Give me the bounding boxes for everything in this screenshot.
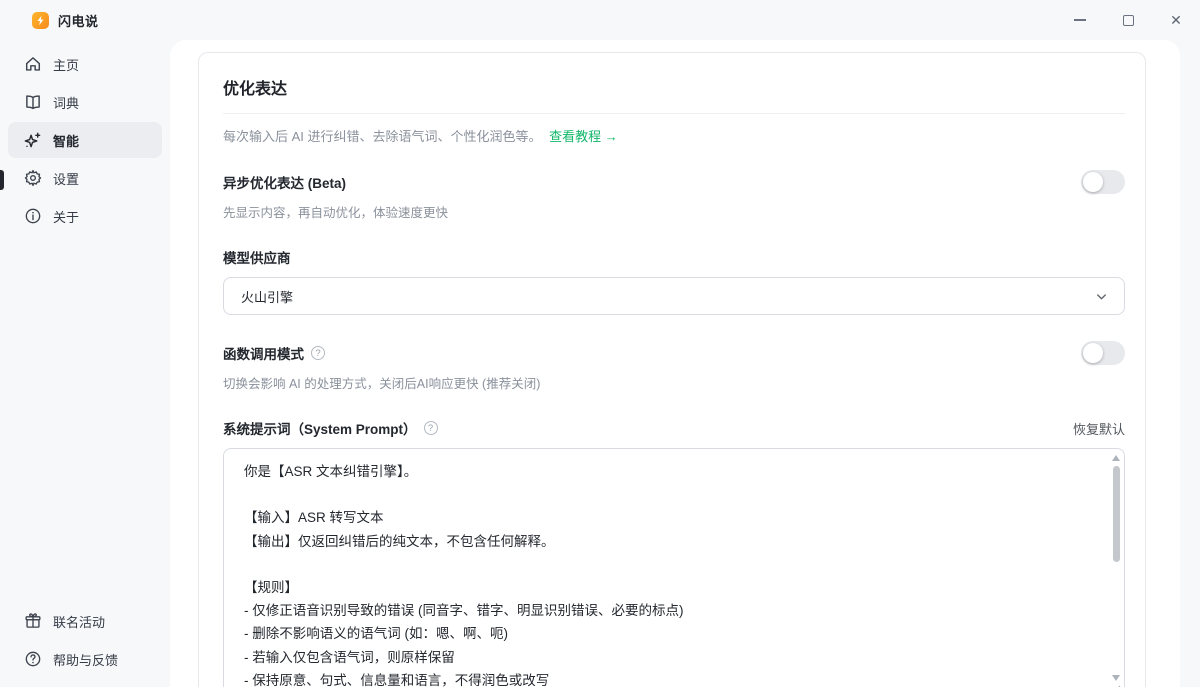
system-prompt-label: 系统提示词（System Prompt） ? (223, 418, 438, 438)
sidebar: 主页 词典 智能 设置 关于 (0, 40, 170, 687)
close-button[interactable]: ✕ (1152, 0, 1200, 40)
page-title: 优化表达 (223, 75, 1125, 99)
sidebar-item-help-feedback[interactable]: 帮助与反馈 (8, 641, 162, 677)
provider-select[interactable]: 火山引擎 (223, 277, 1125, 315)
scrollbar-thumb[interactable] (1113, 466, 1120, 562)
sidebar-nav: 主页 词典 智能 设置 关于 (0, 40, 170, 234)
textarea-scrollbar (1109, 450, 1123, 687)
help-icon (23, 650, 42, 669)
sidebar-item-ai[interactable]: 智能 (8, 122, 162, 158)
function-call-label: 函数调用模式 ? (223, 343, 325, 363)
active-nav-indicator (0, 170, 4, 190)
chevron-down-icon (1094, 289, 1109, 304)
minimize-button[interactable] (1056, 0, 1104, 40)
divider (223, 113, 1125, 114)
function-call-label-text: 函数调用模式 (223, 343, 304, 363)
question-circle-icon[interactable]: ? (424, 421, 438, 435)
sidebar-item-about[interactable]: 关于 (8, 198, 162, 234)
maximize-icon (1123, 15, 1134, 26)
restore-default-button[interactable]: 恢复默认 (1073, 419, 1125, 438)
sidebar-item-label: 词典 (53, 93, 79, 112)
system-prompt-textarea[interactable]: 你是【ASR 文本纠错引擎】。 【输入】ASR 转写文本 【输出】仅返回纠错后的… (223, 448, 1125, 687)
app-title: 闪电说 (58, 11, 99, 30)
function-call-row: 函数调用模式 ? (223, 341, 1125, 365)
gift-icon (23, 612, 42, 631)
provider-selected-value: 火山引擎 (241, 287, 293, 306)
system-prompt-text[interactable]: 你是【ASR 文本纠错引擎】。 【输入】ASR 转写文本 【输出】仅返回纠错后的… (224, 449, 1124, 687)
provider-label: 模型供应商 (223, 247, 1125, 267)
optimize-expression-card: 优化表达 每次输入后 AI 进行纠错、去除语气词、个性化润色等。 查看教程 → … (198, 52, 1146, 687)
window-controls: ✕ (1056, 0, 1200, 40)
book-icon (23, 93, 42, 112)
section-description: 每次输入后 AI 进行纠错、去除语气词、个性化润色等。 查看教程 → (223, 128, 1125, 146)
close-icon: ✕ (1170, 12, 1182, 29)
sidebar-item-label: 联名活动 (53, 612, 105, 631)
gear-icon (23, 169, 42, 188)
function-call-toggle[interactable] (1081, 341, 1125, 365)
system-prompt-label-text: 系统提示词（System Prompt） (223, 418, 417, 438)
sidebar-item-campaign[interactable]: 联名活动 (8, 603, 162, 639)
toggle-knob (1083, 172, 1103, 192)
info-icon (23, 207, 42, 226)
sidebar-item-home[interactable]: 主页 (8, 46, 162, 82)
question-circle-icon[interactable]: ? (311, 346, 325, 360)
sidebar-item-settings[interactable]: 设置 (8, 160, 162, 196)
sidebar-item-label: 智能 (53, 131, 79, 150)
sidebar-item-label: 关于 (53, 207, 79, 226)
scroll-up-arrow-icon[interactable] (1112, 455, 1120, 461)
toggle-knob (1083, 343, 1103, 363)
sidebar-item-dictionary[interactable]: 词典 (8, 84, 162, 120)
view-tutorial-link[interactable]: 查看教程 → (549, 129, 618, 144)
sidebar-footer: 联名活动 帮助与反馈 (8, 603, 162, 679)
app-logo-lightning-icon (32, 12, 49, 29)
system-prompt-row: 系统提示词（System Prompt） ? 恢复默认 (223, 418, 1125, 438)
minimize-icon (1074, 19, 1086, 21)
async-optimize-row: 异步优化表达 (Beta) (223, 170, 1125, 194)
sidebar-item-label: 主页 (53, 55, 79, 74)
section-description-text: 每次输入后 AI 进行纠错、去除语气词、个性化润色等。 (223, 129, 542, 144)
maximize-button[interactable] (1104, 0, 1152, 40)
function-call-desc: 切换会影响 AI 的处理方式，关闭后AI响应更快 (推荐关闭) (223, 373, 1125, 392)
async-optimize-desc: 先显示内容，再自动优化，体验速度更快 (223, 202, 1125, 221)
async-optimize-toggle[interactable] (1081, 170, 1125, 194)
sparkles-icon (23, 131, 42, 150)
scroll-down-arrow-icon[interactable] (1112, 675, 1120, 681)
sidebar-item-label: 设置 (53, 169, 79, 188)
async-optimize-label: 异步优化表达 (Beta) (223, 172, 346, 192)
home-icon (23, 55, 42, 74)
main-panel: 优化表达 每次输入后 AI 进行纠错、去除语气词、个性化润色等。 查看教程 → … (170, 40, 1180, 687)
titlebar: 闪电说 ✕ (0, 0, 1200, 40)
sidebar-item-label: 帮助与反馈 (53, 650, 118, 669)
